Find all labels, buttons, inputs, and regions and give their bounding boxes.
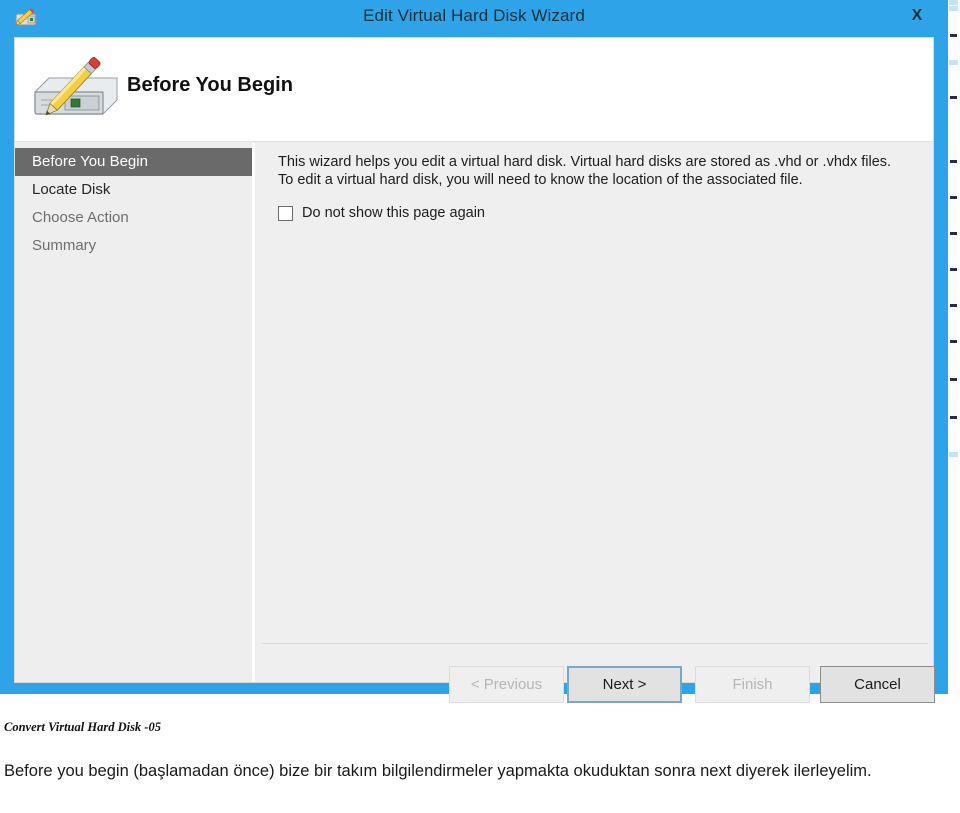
bg-decoration xyxy=(949,452,958,457)
sidebar-item-summary[interactable]: Summary xyxy=(15,232,252,260)
do-not-show-again-row[interactable]: Do not show this page again xyxy=(278,205,485,221)
intro-description: This wizard helps you edit a virtual har… xyxy=(278,154,892,188)
sidebar-item-before-you-begin[interactable]: Before You Begin xyxy=(15,148,252,176)
footer-divider xyxy=(262,643,928,644)
next-button[interactable]: Next > xyxy=(567,666,682,703)
bg-decoration xyxy=(950,378,957,381)
bg-decoration xyxy=(950,196,957,199)
caption-heading: Convert Virtual Hard Disk -05 xyxy=(4,720,161,734)
bg-decoration xyxy=(950,304,957,307)
do-not-show-again-label: Do not show this page again xyxy=(302,205,485,221)
bg-decoration xyxy=(949,0,958,5)
wizard-content-panel: This wizard helps you edit a virtual har… xyxy=(258,143,935,703)
sidebar-item-choose-action[interactable]: Choose Action xyxy=(15,204,252,232)
title-bar: Edit Virtual Hard Disk Wizard X xyxy=(0,0,948,37)
do-not-show-again-checkbox[interactable] xyxy=(278,205,293,221)
close-icon[interactable]: X xyxy=(902,3,932,29)
wizard-banner: Before You Begin xyxy=(15,38,933,142)
page-title: Before You Begin xyxy=(127,74,293,96)
bg-decoration xyxy=(950,416,957,419)
edit-virtual-hard-disk-wizard-window: Edit Virtual Hard Disk Wizard X Before Y… xyxy=(0,0,948,703)
bg-decoration xyxy=(950,160,957,163)
bg-decoration xyxy=(950,34,957,37)
bg-decoration xyxy=(950,340,957,343)
window-title: Edit Virtual Hard Disk Wizard xyxy=(363,6,585,25)
bg-decoration xyxy=(949,60,958,65)
bg-decoration xyxy=(950,232,957,235)
previous-button[interactable]: < Previous xyxy=(449,666,564,703)
dialog-body: Before You Begin Before You Begin Locate… xyxy=(14,37,935,703)
caption-body: Before you begin (başlamadan önce) bize … xyxy=(4,762,872,780)
finish-button[interactable]: Finish xyxy=(695,666,810,703)
background-app-strip xyxy=(948,0,960,694)
bg-decoration xyxy=(950,96,957,99)
sidebar-item-locate-disk[interactable]: Locate Disk xyxy=(15,176,252,204)
bg-decoration xyxy=(949,6,958,11)
wizard-step-nav: Before You Begin Locate Disk Choose Acti… xyxy=(15,143,255,682)
bg-decoration xyxy=(950,268,957,271)
cancel-button[interactable]: Cancel xyxy=(820,666,935,703)
wizard-button-row: < Previous Next > Finish Cancel xyxy=(258,656,935,716)
hard-disk-with-pencil-icon xyxy=(29,54,125,126)
